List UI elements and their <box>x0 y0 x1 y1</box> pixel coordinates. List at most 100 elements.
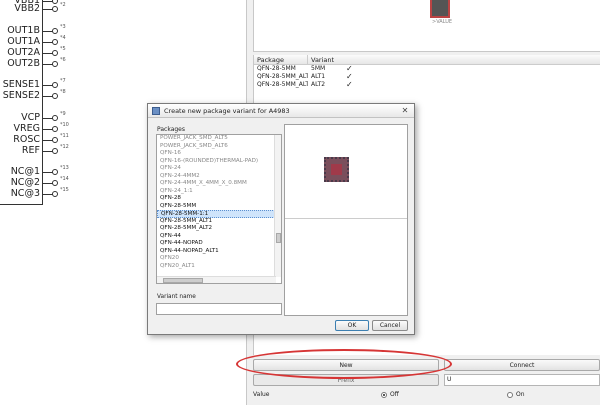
pin-label: OUT2B <box>7 58 40 69</box>
pin-label: OUT2A <box>7 47 40 58</box>
list-item[interactable]: QFN-28-5MM_ALT1 <box>157 218 281 226</box>
list-item[interactable]: QFN-44-NOPAD_ALT1 <box>157 248 281 256</box>
list-item[interactable]: QFN-24-4MM_X_4MM_X_0.8MM <box>157 180 281 188</box>
pin-number: *5 <box>60 46 66 52</box>
list-item[interactable]: QFN-44-NOPAD <box>157 240 281 248</box>
prefix-input[interactable]: U <box>444 374 600 386</box>
list-item[interactable]: QFN-24 <box>157 165 281 173</box>
checkmark-icon: ✓ <box>346 80 353 89</box>
list-item[interactable]: QFN-16 <box>157 150 281 158</box>
pin-number: *7 <box>60 78 66 84</box>
highlight-ellipse <box>236 349 452 379</box>
dialog-title: Create new package variant for A4983 <box>164 107 290 115</box>
pin-label: VREG <box>13 123 40 134</box>
table-row[interactable]: QFN-28-5MM_ALT1 ALT1 ✓ <box>254 73 600 81</box>
pin-label: VCP <box>21 112 40 123</box>
value-off-label: Off <box>390 391 399 398</box>
pin-number: *2 <box>60 2 66 8</box>
cell-variant: ALT2 <box>311 81 326 88</box>
list-item[interactable]: POWER_JACK_SMD_ALT5 <box>157 135 281 143</box>
list-vertical-scrollbar[interactable] <box>274 135 281 277</box>
pin-label: OUT1A <box>7 36 40 47</box>
pin-connector[interactable] <box>52 0 58 4</box>
symbol-thumbnail <box>430 0 450 18</box>
column-variant[interactable]: Variant <box>308 55 368 64</box>
list-item[interactable]: POWER_JACK_SMD_ALT6 <box>157 143 281 151</box>
pin-number: *15 <box>60 187 69 193</box>
pin-connector[interactable] <box>52 180 58 186</box>
cell-variant: 5MM <box>311 65 326 72</box>
list-item[interactable]: QFN-16-(ROUNDED)THERMAL-PAD) <box>157 158 281 166</box>
value-on-radio[interactable] <box>507 392 513 398</box>
pin-number: *6 <box>60 57 66 63</box>
pin-connector[interactable] <box>52 169 58 175</box>
scroll-thumb[interactable] <box>163 278 203 283</box>
pin-number: *10 <box>60 122 69 128</box>
cell-package: QFN-28-5MM <box>257 65 296 72</box>
packages-label: Packages <box>157 126 185 133</box>
value-field-label: Value <box>253 391 270 398</box>
pin-number: *8 <box>60 89 66 95</box>
value-row: Value Off On <box>253 389 600 401</box>
preview-divider <box>285 218 407 219</box>
symbol-preview: >VALUE <box>253 0 600 52</box>
list-horizontal-scrollbar[interactable] <box>157 276 276 283</box>
pin-label: NC@2 <box>10 177 40 188</box>
connect-button[interactable]: Connect <box>444 359 600 371</box>
pin-connector[interactable] <box>52 6 58 12</box>
create-variant-dialog: Create new package variant for A4983 ✕ P… <box>147 103 415 335</box>
pin-connector[interactable] <box>52 137 58 143</box>
list-item[interactable]: QFN-28-5MM-1:1 <box>157 210 281 218</box>
pin-connector[interactable] <box>52 93 58 99</box>
pin-label: NC@1 <box>10 166 40 177</box>
value-label: >VALUE <box>432 19 453 25</box>
pin-connector[interactable] <box>52 82 58 88</box>
column-package[interactable]: Package <box>254 55 308 64</box>
list-item[interactable]: QFN-28-5MM <box>157 203 281 211</box>
chip-outline-bottom <box>0 204 43 205</box>
pin-connector[interactable] <box>52 115 58 121</box>
pin-label: SENSE2 <box>2 90 40 101</box>
pin-number: *9 <box>60 111 66 117</box>
pin-number: *4 <box>60 35 66 41</box>
list-item[interactable]: QFN-24_1:1 <box>157 188 281 196</box>
cancel-button[interactable]: Cancel <box>372 320 408 331</box>
package-preview <box>284 124 408 316</box>
cell-package: QFN-28-5MM_ALT1 <box>257 73 308 80</box>
pin-connector[interactable] <box>52 191 58 197</box>
pin-connector[interactable] <box>52 126 58 132</box>
variant-name-input[interactable] <box>156 303 282 315</box>
cell-package: QFN-28-5MM_ALT2 <box>257 81 308 88</box>
pin-label: ROSC <box>13 134 40 145</box>
pin-number: *13 <box>60 165 69 171</box>
list-item[interactable]: QFN-28-5MM_ALT2 <box>157 225 281 233</box>
app-icon <box>152 107 160 115</box>
table-header: Package Variant <box>254 55 600 65</box>
table-row[interactable]: QFN-28-5MM_ALT2 ALT2 ✓ <box>254 81 600 89</box>
pin-connector[interactable] <box>52 61 58 67</box>
dialog-titlebar[interactable]: Create new package variant for A4983 ✕ <box>148 104 414 118</box>
close-icon[interactable]: ✕ <box>400 106 410 115</box>
variant-name-label: Variant name <box>157 294 196 300</box>
pin-number: *12 <box>60 144 69 150</box>
pin-connector[interactable] <box>52 148 58 154</box>
pin-connector[interactable] <box>52 50 58 56</box>
list-item[interactable]: QFN-44 <box>157 233 281 241</box>
scroll-thumb[interactable] <box>276 233 281 243</box>
value-off-radio[interactable] <box>381 392 387 398</box>
pin-label: SENSE1 <box>2 79 40 90</box>
pin-label: REF <box>21 145 40 156</box>
pin-number: *3 <box>60 24 66 30</box>
pin-connector[interactable] <box>52 39 58 45</box>
list-item[interactable]: QFN-28 <box>157 195 281 203</box>
pin-label: OUT1B <box>7 25 40 36</box>
list-item[interactable]: QFN20 <box>157 255 281 263</box>
package-list[interactable]: POWER_JACK_SMD_ALT5 POWER_JACK_SMD_ALT6 QF… <box>156 134 282 284</box>
cell-variant: ALT1 <box>311 73 326 80</box>
pin-number: *11 <box>60 133 69 139</box>
list-item[interactable]: QFN20_ALT1 <box>157 263 281 271</box>
table-row[interactable]: QFN-28-5MM 5MM ✓ <box>254 65 600 73</box>
ok-button[interactable]: OK <box>335 320 369 331</box>
pin-connector[interactable] <box>52 28 58 34</box>
list-item[interactable]: QFN-24-4MM2 <box>157 173 281 181</box>
